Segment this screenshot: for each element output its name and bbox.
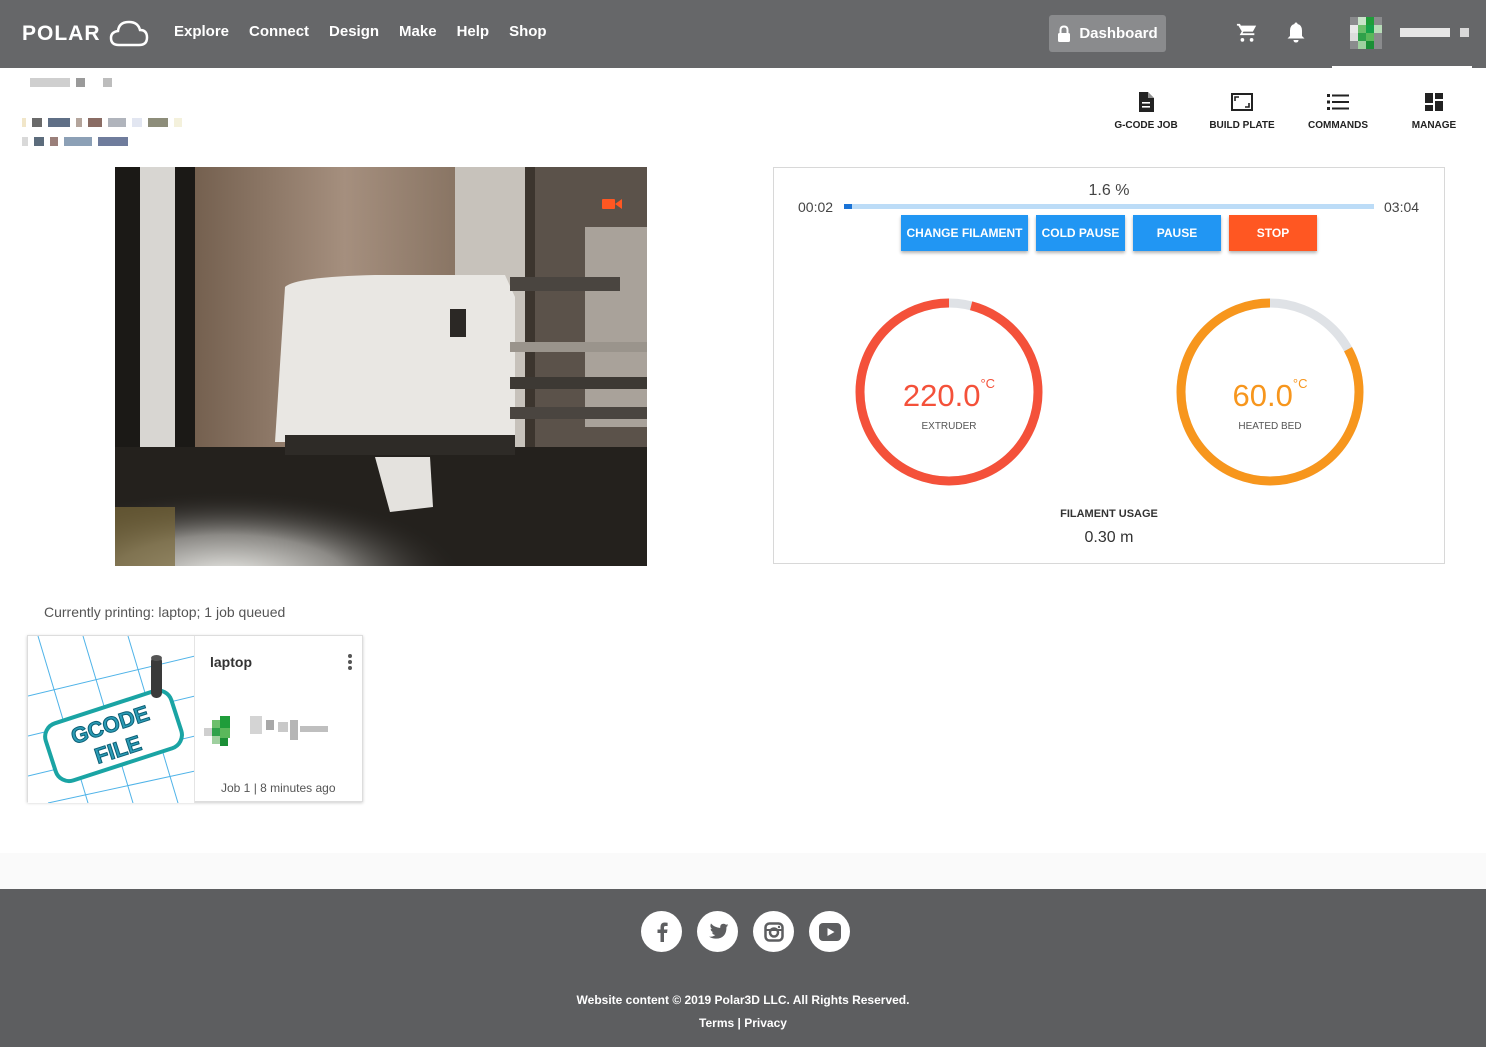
nav-make[interactable]: Make — [399, 23, 437, 40]
bell-icon[interactable] — [1286, 21, 1306, 43]
list-icon — [1327, 94, 1349, 110]
tool-manage-label: MANAGE — [1411, 120, 1457, 131]
top-nav: POLAR Explore Connect Design Make Help S… — [0, 0, 1486, 68]
nav-help[interactable]: Help — [457, 23, 490, 40]
heated-bed-temp-value: 60.0 — [1232, 378, 1293, 413]
job-title[interactable]: laptop — [210, 654, 252, 670]
tool-commands-label: COMMANDS — [1308, 120, 1368, 131]
privacy-link[interactable]: Privacy — [744, 1016, 787, 1030]
filament-usage-label: FILAMENT USAGE — [1060, 508, 1158, 520]
more-vert-icon[interactable] — [346, 652, 354, 672]
elapsed-time: 00:02 — [798, 199, 834, 215]
nav-connect[interactable]: Connect — [249, 23, 309, 40]
tool-gcode-job[interactable]: G-CODE JOB — [1098, 90, 1194, 131]
username[interactable] — [1400, 28, 1450, 37]
facebook-link[interactable] — [641, 911, 682, 952]
record-icon[interactable] — [602, 198, 622, 210]
main-nav: Explore Connect Design Make Help Shop — [174, 23, 567, 40]
progress-fill — [844, 204, 853, 209]
user-menu-caret[interactable] — [1460, 28, 1469, 37]
document-icon — [1139, 92, 1154, 112]
footer-spacer — [0, 853, 1486, 889]
nav-explore[interactable]: Explore — [174, 23, 229, 40]
facebook-icon — [657, 922, 668, 942]
instagram-link[interactable] — [753, 911, 794, 952]
cold-pause-button[interactable]: COLD PAUSE — [1036, 215, 1125, 251]
stop-button[interactable]: STOP — [1229, 215, 1317, 251]
extruder-gauge: 220.0°C EXTRUDER — [853, 296, 1045, 488]
copyright-text: Website content © 2019 Polar3D LLC. All … — [576, 993, 910, 1007]
printer-info-redacted — [22, 118, 188, 127]
youtube-icon — [818, 922, 841, 941]
polar-logo[interactable]: POLAR — [22, 16, 149, 52]
heated-bed-label: HEATED BED — [1238, 421, 1302, 432]
footer: Website content © 2019 Polar3D LLC. All … — [0, 889, 1486, 1047]
queue-summary: Currently printing: laptop; 1 job queued — [44, 604, 286, 620]
tool-manage[interactable]: MANAGE — [1386, 90, 1482, 131]
tool-gcode-label: G-CODE JOB — [1114, 120, 1178, 131]
instagram-icon — [763, 921, 784, 942]
nav-design[interactable]: Design — [329, 23, 379, 40]
progress-percent: 1.6 % — [1088, 182, 1130, 199]
footer-links: Terms | Privacy — [0, 1016, 1486, 1030]
printer-location-redacted — [22, 137, 134, 146]
job-meta: Job 1 | 8 minutes ago — [221, 781, 336, 795]
tool-build-plate-label: BUILD PLATE — [1209, 120, 1275, 131]
heated-bed-temp: 60.0°C — [1174, 376, 1366, 414]
cloud-icon — [109, 20, 148, 47]
job-card[interactable]: GCODE FILE laptop Job 1 | 8 minutes ago — [27, 635, 363, 803]
twitter-link[interactable] — [697, 911, 738, 952]
webcam-feed[interactable] — [115, 167, 647, 566]
progress-bar — [844, 204, 1374, 209]
dashboard-grid-icon — [1425, 93, 1443, 111]
job-thumbnail[interactable]: GCODE FILE — [28, 636, 195, 803]
youtube-link[interactable] — [809, 911, 850, 952]
cart-icon[interactable] — [1236, 22, 1258, 44]
dashboard-button[interactable]: Dashboard — [1049, 15, 1166, 52]
extruder-label: EXTRUDER — [921, 421, 977, 432]
avatar[interactable] — [1350, 17, 1382, 49]
webcam-image — [115, 167, 647, 566]
gcode-file-thumbnail: GCODE FILE — [28, 636, 194, 803]
print-status-panel: 1.6 % 00:02 03:04 CHANGE FILAMENT COLD P… — [773, 167, 1445, 564]
footer-separator: | — [737, 1016, 741, 1030]
tool-build-plate[interactable]: BUILD PLATE — [1194, 90, 1290, 131]
user-underline — [1332, 66, 1472, 68]
extruder-temp: 220.0°C — [853, 376, 1045, 414]
remaining-time: 03:04 — [1384, 199, 1420, 215]
logo-text: POLAR — [22, 22, 101, 45]
lock-icon — [1058, 24, 1071, 42]
filament-usage-value: 0.30 m — [1084, 529, 1134, 546]
pause-button[interactable]: PAUSE — [1133, 215, 1221, 251]
twitter-icon — [708, 923, 728, 939]
dashboard-label: Dashboard — [1079, 25, 1158, 42]
build-plate-icon — [1231, 93, 1253, 111]
heated-bed-gauge: 60.0°C HEATED BED — [1174, 296, 1366, 488]
heated-bed-temp-unit: °C — [1292, 376, 1308, 391]
change-filament-button[interactable]: CHANGE FILAMENT — [901, 215, 1028, 251]
extruder-temp-unit: °C — [980, 376, 996, 391]
terms-link[interactable]: Terms — [699, 1016, 734, 1030]
extruder-temp-value: 220.0 — [902, 378, 981, 413]
job-owner-redacted — [204, 716, 328, 746]
printer-name-redacted — [30, 78, 118, 87]
nav-shop[interactable]: Shop — [509, 23, 547, 40]
tool-commands[interactable]: COMMANDS — [1290, 90, 1386, 131]
